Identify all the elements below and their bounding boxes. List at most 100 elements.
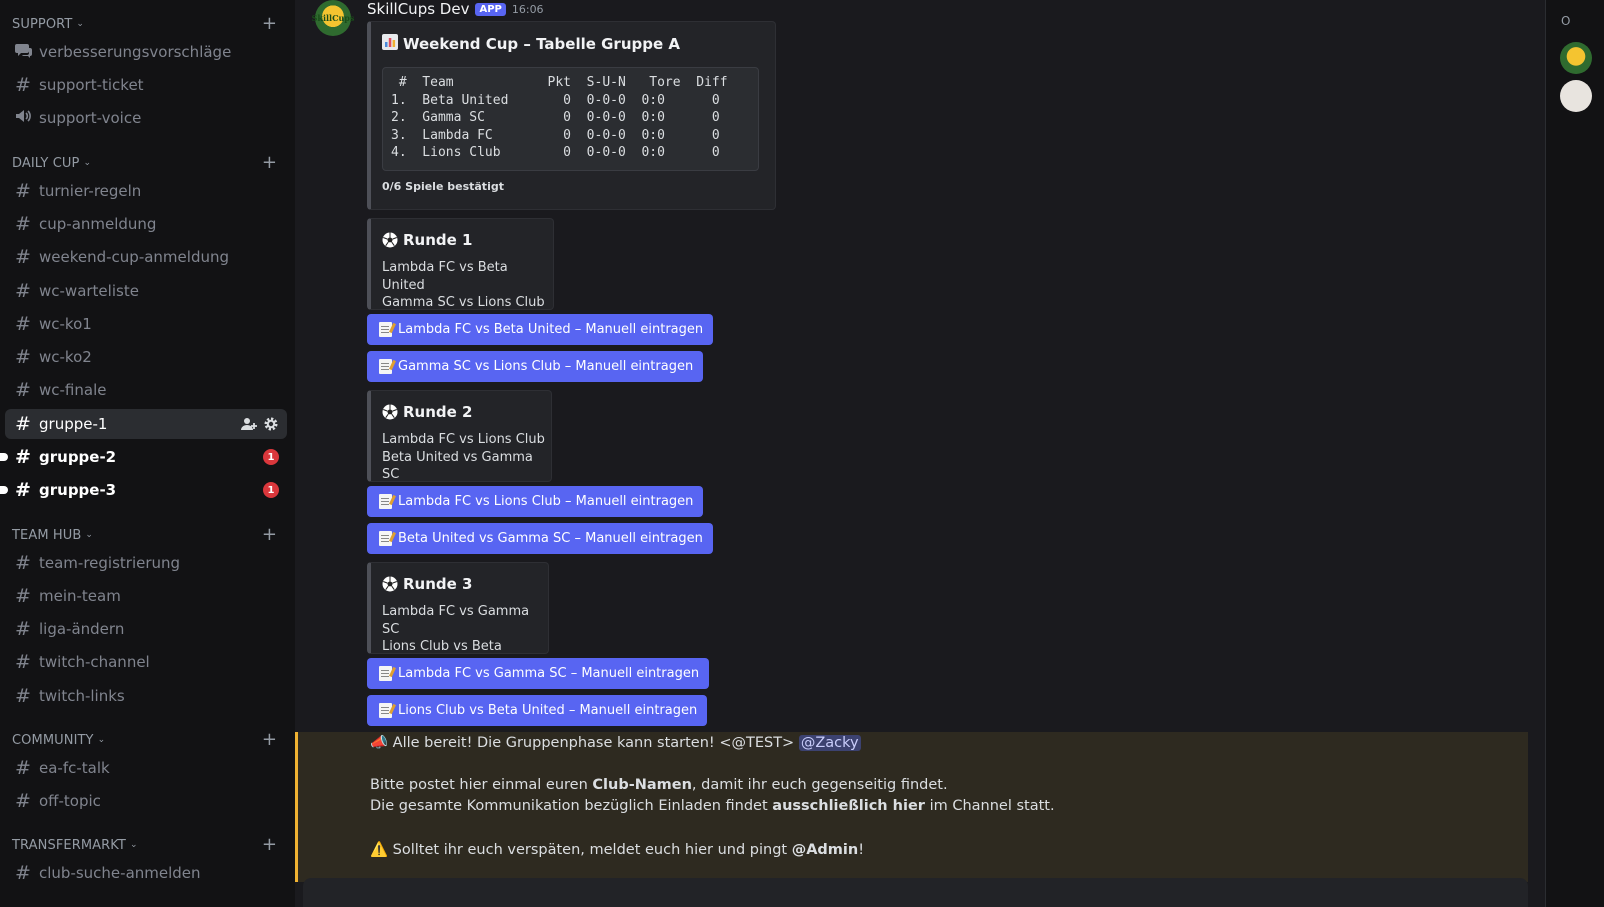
avatar-logo-text: SkillCups <box>311 13 355 23</box>
channel-gruppe-2[interactable]: # gruppe-2 1 <box>0 442 287 472</box>
category-support[interactable]: SUPPORT ⌄ + <box>12 14 283 34</box>
speaker-icon <box>5 107 39 130</box>
add-channel-icon[interactable]: + <box>262 836 277 854</box>
channel-support-ticket[interactable]: # support-ticket <box>5 70 287 100</box>
text-segment: , damit ihr euch gegenseitig findet. <box>691 777 948 793</box>
add-channel-icon[interactable]: + <box>262 15 277 33</box>
member-avatar[interactable] <box>1560 80 1592 112</box>
round-embed: Runde 3 Lambda FC vs Gamma SC Lions Club… <box>367 562 549 672</box>
hash-icon: # <box>15 552 31 574</box>
message-composer[interactable] <box>303 878 1528 907</box>
button-label: Lambda FC vs Gamma SC – Manuell eintrage… <box>398 666 700 681</box>
channel-label: gruppe-1 <box>39 415 108 433</box>
channel-wc-warteliste[interactable]: # wc-warteliste <box>5 276 287 306</box>
match-line: Lambda FC vs Gamma SC <box>382 604 530 637</box>
username[interactable]: SkillCups Dev <box>367 0 469 18</box>
timestamp: 16:06 <box>511 2 544 16</box>
text-segment: Die gesamte Kommunikation bezüglich Einl… <box>370 798 773 814</box>
hash-icon: # <box>15 379 31 401</box>
embed-title: Runde 3 <box>382 575 472 593</box>
channel-gruppe-3[interactable]: # gruppe-3 1 <box>0 475 287 505</box>
channel-ea-fc-talk[interactable]: # ea-fc-talk <box>5 753 287 783</box>
hash-icon: # <box>15 651 31 673</box>
channel-wc-ko1[interactable]: # wc-ko1 <box>5 309 287 339</box>
category-transfermarkt[interactable]: TRANSFERMARKT ⌄ + <box>12 835 283 855</box>
announcement-line: Bitte postet hier einmal euren Club-Name… <box>370 777 948 793</box>
chevron-down-icon: ⌄ <box>129 840 138 850</box>
channel-gruppe-1[interactable]: # gruppe-1 <box>5 409 287 439</box>
channel-verbesserungsvorschlaege[interactable]: verbesserungsvorschläge <box>5 37 287 67</box>
add-channel-icon[interactable]: + <box>262 526 277 544</box>
button-label: Lambda FC vs Beta United – Manuell eintr… <box>398 322 704 337</box>
channel-label: ea-fc-talk <box>39 759 110 777</box>
channel-label: verbesserungsvorschläge <box>39 43 232 61</box>
channel-turnier-regeln[interactable]: # turnier-regeln <box>5 176 287 206</box>
add-channel-icon[interactable]: + <box>262 731 277 749</box>
category-community[interactable]: COMMUNITY ⌄ + <box>12 730 283 750</box>
channel-label: team-registrierung <box>39 554 181 572</box>
channel-label: wc-ko1 <box>39 315 92 333</box>
channel-cup-anmeldung[interactable]: # cup-anmeldung <box>5 209 287 239</box>
channel-sidebar: SUPPORT ⌄ + verbesserungsvorschläge # sup… <box>0 0 295 907</box>
button-label: Gamma SC vs Lions Club – Manuell eintrag… <box>398 359 694 374</box>
manual-entry-button[interactable]: Lambda FC vs Gamma SC – Manuell eintrage… <box>367 658 710 689</box>
manual-entry-button[interactable]: Lambda FC vs Beta United – Manuell eintr… <box>367 314 714 345</box>
memo-icon <box>379 494 392 509</box>
role-mention[interactable]: @Admin <box>792 842 859 858</box>
add-channel-icon[interactable]: + <box>262 154 277 172</box>
channel-label: twitch-links <box>39 687 125 705</box>
bot-avatar[interactable]: SkillCups <box>312 0 354 36</box>
manual-entry-button[interactable]: Lambda FC vs Lions Club – Manuell eintra… <box>367 486 704 517</box>
embed-footer: 0/6 Spiele bestätigt <box>382 180 504 193</box>
gear-icon[interactable] <box>263 416 279 432</box>
warning-icon: ⚠️ <box>370 842 389 858</box>
channel-team-registrierung[interactable]: # team-registrierung <box>5 548 287 578</box>
hash-icon: # <box>15 685 31 707</box>
hash-icon: # <box>15 618 31 640</box>
channel-wc-finale[interactable]: # wc-finale <box>5 375 287 405</box>
channel-support-voice[interactable]: support-voice <box>5 103 287 133</box>
round-title: Runde 3 <box>403 575 473 593</box>
announcement-line: 📣 Alle bereit! Die Gruppenphase kann sta… <box>370 734 861 751</box>
message-pane: SkillCups SkillCups Dev APP 16:06 Weeken… <box>295 0 1545 907</box>
channel-weekend-cup-anmeldung[interactable]: # weekend-cup-anmeldung <box>5 242 287 272</box>
channel-label: twitch-channel <box>39 653 150 671</box>
manual-entry-button[interactable]: Lions Club vs Beta United – Manuell eint… <box>367 695 708 726</box>
table-embed: Weekend Cup – Tabelle Gruppe A # Team Pk… <box>367 21 776 210</box>
round-embed: Runde 2 Lambda FC vs Lions Club Beta Uni… <box>367 390 552 482</box>
manual-entry-button[interactable]: Gamma SC vs Lions Club – Manuell eintrag… <box>367 351 704 382</box>
category-daily-cup[interactable]: DAILY CUP ⌄ + <box>12 153 283 173</box>
user-mention[interactable]: @Zacky <box>798 735 861 751</box>
channel-liga-aendern[interactable]: # liga-ändern <box>5 614 287 644</box>
channel-label: wc-ko2 <box>39 348 92 366</box>
channel-off-topic[interactable]: # off-topic <box>5 786 287 816</box>
member-group-header: O <box>1561 14 1571 28</box>
standings-table-code: # Team Pkt S-U-N Tore Diff 1. Beta Unite… <box>382 67 759 171</box>
manual-entry-button[interactable]: Beta United vs Gamma SC – Manuell eintra… <box>367 523 713 554</box>
button-label: Lambda FC vs Lions Club – Manuell eintra… <box>398 494 694 509</box>
channel-label: weekend-cup-anmeldung <box>39 248 229 266</box>
channel-wc-ko2[interactable]: # wc-ko2 <box>5 342 287 372</box>
channel-mein-team[interactable]: # mein-team <box>5 581 287 611</box>
channel-twitch-links[interactable]: # twitch-links <box>5 681 287 711</box>
soccer-ball-icon <box>382 232 398 248</box>
text-segment: Bitte postet hier einmal euren <box>370 777 593 793</box>
category-label: TEAM HUB <box>12 527 82 543</box>
invite-member-icon[interactable] <box>241 416 257 432</box>
bar-chart-icon <box>382 34 398 54</box>
channel-label: cup-anmeldung <box>39 215 157 233</box>
match-line: Lambda FC vs Beta United <box>382 260 508 293</box>
hash-icon: # <box>15 757 31 779</box>
member-avatar[interactable] <box>1560 42 1592 74</box>
message-header: SkillCups Dev APP 16:06 <box>367 0 544 18</box>
channel-twitch-channel[interactable]: # twitch-channel <box>5 647 287 677</box>
channel-label: gruppe-3 <box>39 481 117 499</box>
channel-club-suche-anmelden[interactable]: # club-suche-anmelden <box>5 858 287 888</box>
category-team-hub[interactable]: TEAM HUB ⌄ + <box>12 525 283 545</box>
channel-label: off-topic <box>39 792 101 810</box>
chevron-down-icon: ⌄ <box>85 530 94 540</box>
bold-text: ausschließlich hier <box>772 798 925 814</box>
category-label: TRANSFERMARKT <box>12 837 126 853</box>
announcement-text: Alle bereit! Die Gruppenphase kann start… <box>392 735 795 751</box>
hash-icon: # <box>15 446 31 468</box>
